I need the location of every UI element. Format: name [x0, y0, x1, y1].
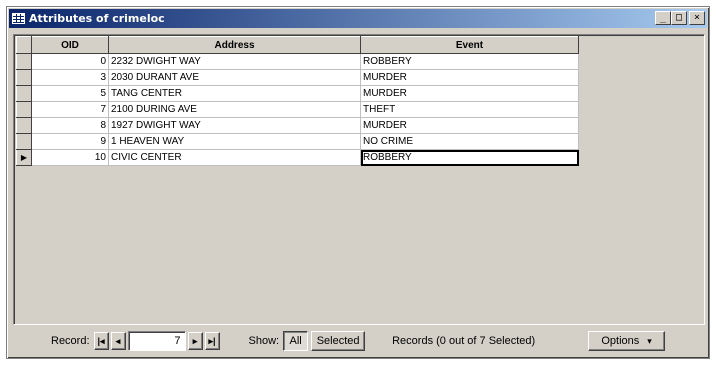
cell-oid[interactable]: 5 — [31, 85, 109, 102]
cell-oid[interactable]: 8 — [31, 117, 109, 134]
record-number-input[interactable]: 7 — [127, 331, 186, 351]
cell-event[interactable]: MURDER — [360, 69, 579, 86]
records-summary: Records (0 out of 7 Selected) — [392, 335, 536, 347]
table-row[interactable]: 91 HEAVEN WAY NO CRIME — [16, 133, 579, 150]
first-record-button[interactable]: |◂ — [93, 332, 109, 350]
dropdown-arrow-icon: ▾ — [647, 335, 652, 346]
column-header-address[interactable]: Address — [108, 36, 361, 54]
row-selector[interactable] — [16, 101, 32, 118]
attribute-table: OID Address Event 0 2232 DWIGHT WAY ROBBER… — [16, 36, 579, 166]
table-row[interactable]: 0 2232 DWIGHT WAY ROBBERY — [16, 53, 579, 70]
table-icon — [12, 13, 25, 24]
column-header-event[interactable]: Event — [360, 36, 579, 54]
cell-oid[interactable]: 0 — [31, 53, 109, 70]
minimize-button[interactable]: _ — [655, 11, 671, 25]
show-all-button[interactable]: All — [283, 331, 309, 351]
options-button[interactable]: Options ▾ — [588, 331, 666, 351]
cell-address[interactable]: 2100 DURING AVE — [108, 101, 361, 118]
options-label: Options — [601, 335, 640, 347]
cell-event[interactable]: ROBBERY — [360, 53, 579, 70]
cell-oid[interactable]: 7 — [31, 101, 109, 118]
table-row[interactable]: 3 2030 DURANT AVE MURDER — [16, 69, 579, 86]
table-row[interactable]: ▶ 10 CIVIC CENTER ROBBERY — [16, 149, 579, 166]
last-record-icon: ▸| — [208, 335, 216, 346]
row-selector[interactable] — [16, 85, 32, 102]
previous-record-button[interactable]: ◂ — [110, 332, 126, 350]
cell-event[interactable]: NO CRIME — [360, 133, 579, 150]
row-selector[interactable] — [16, 69, 32, 86]
title-bar[interactable]: Attributes of crimeloc _ □ × — [9, 9, 707, 28]
close-button[interactable]: × — [689, 11, 705, 25]
cell-oid[interactable]: 10 — [31, 149, 109, 166]
cell-address[interactable]: 2030 DURANT AVE — [108, 69, 361, 86]
select-all-corner[interactable] — [16, 36, 32, 54]
cell-address[interactable]: 1927 DWIGHT WAY — [108, 117, 361, 134]
record-label: Record: — [51, 335, 90, 347]
maximize-button[interactable]: □ — [671, 11, 687, 25]
header-row: OID Address Event — [16, 36, 579, 54]
first-record-icon: |◂ — [97, 335, 105, 346]
cell-address[interactable]: TANG CENTER — [108, 85, 361, 102]
cell-oid[interactable]: 9 — [31, 133, 109, 150]
window-controls: _ □ × — [655, 11, 705, 25]
status-bar: Record: |◂ ◂ 7 ▸ ▸| Show: All Selected R… — [13, 327, 705, 355]
last-record-button[interactable]: ▸| — [204, 332, 220, 350]
column-header-oid[interactable]: OID — [31, 36, 109, 54]
cell-address[interactable]: 2232 DWIGHT WAY — [108, 53, 361, 70]
attribute-table-area[interactable]: OID Address Event 0 2232 DWIGHT WAY ROBBER… — [13, 34, 705, 325]
next-record-icon: ▸ — [192, 335, 198, 346]
cell-event[interactable]: ROBBERY — [360, 149, 579, 166]
table-row[interactable]: 7 2100 DURING AVE THEFT — [16, 101, 579, 118]
row-selector[interactable] — [16, 133, 32, 150]
current-row-icon: ▶ — [20, 153, 28, 162]
previous-record-icon: ◂ — [115, 335, 121, 346]
row-selector[interactable] — [16, 117, 32, 134]
cell-oid[interactable]: 3 — [31, 69, 109, 86]
show-label: Show: — [248, 335, 280, 347]
cell-event[interactable]: THEFT — [360, 101, 579, 118]
row-selector[interactable]: ▶ — [16, 149, 32, 166]
show-selected-button[interactable]: Selected — [311, 331, 366, 351]
window-title: Attributes of crimeloc — [29, 12, 165, 25]
table-row[interactable]: 5 TANG CENTER MURDER — [16, 85, 579, 102]
attributes-window: Attributes of crimeloc _ □ × OID Address… — [6, 6, 710, 359]
table-row[interactable]: 8 1927 DWIGHT WAY MURDER — [16, 117, 579, 134]
cell-event[interactable]: MURDER — [360, 85, 579, 102]
next-record-button[interactable]: ▸ — [187, 332, 203, 350]
row-selector[interactable] — [16, 53, 32, 70]
cell-event[interactable]: MURDER — [360, 117, 579, 134]
cell-address[interactable]: CIVIC CENTER — [108, 149, 361, 166]
cell-address[interactable]: 1 HEAVEN WAY — [108, 133, 361, 150]
